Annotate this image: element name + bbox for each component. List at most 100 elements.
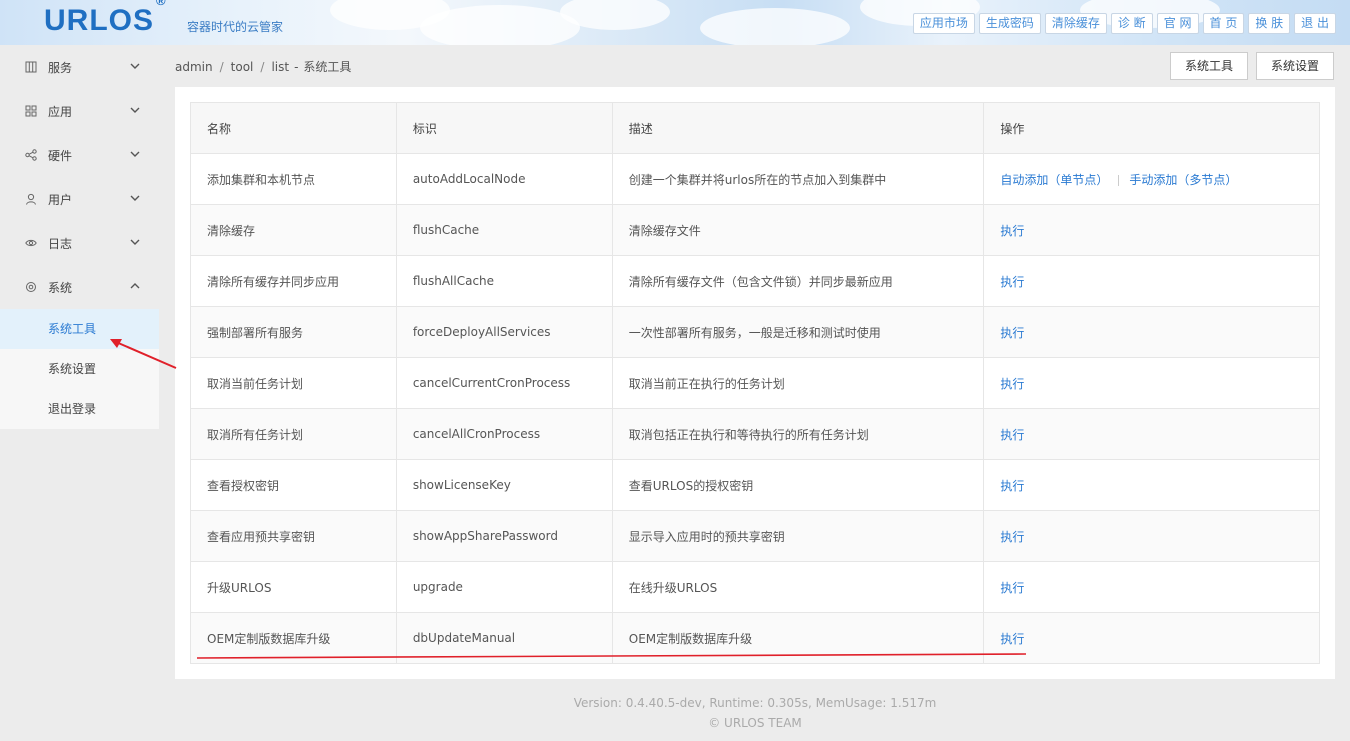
sidebar-subitem-system-settings[interactable]: 系统设置 [0, 349, 159, 389]
cell-id: upgrade [395, 561, 613, 613]
cell-actions: 执行 [983, 510, 1320, 562]
cell-description: 取消当前正在执行的任务计划 [611, 357, 985, 409]
tools-table: 名称 标识 描述 操作 添加集群和本机节点 autoAddLocalNode 创… [190, 102, 1320, 664]
table-row: 取消所有任务计划 cancelAllCronProcess 取消包括正在执行和等… [190, 408, 1320, 460]
header-cloud [420, 5, 580, 45]
cell-id: dbUpdateManual [395, 612, 613, 664]
top-buttons: 系统工具 系统设置 [1169, 52, 1334, 80]
cell-name: 强制部署所有服务 [190, 306, 397, 358]
nav-clear-cache[interactable]: 清除缓存 [1044, 13, 1107, 34]
cell-actions: 执行 [983, 408, 1320, 460]
execute-link[interactable]: 执行 [1000, 428, 1024, 442]
sidebar-item-label: 服务 [48, 60, 73, 75]
user-icon [24, 192, 38, 206]
system-tools-button[interactable]: 系统工具 [1169, 52, 1248, 80]
cell-actions: 执行 [983, 459, 1320, 511]
column-header-id: 标识 [395, 102, 613, 154]
nav-app-market[interactable]: 应用市场 [912, 13, 975, 34]
cell-name: 查看应用预共享密钥 [190, 510, 397, 562]
execute-link[interactable]: 执行 [1000, 326, 1024, 340]
cell-actions: 执行 [983, 612, 1320, 664]
sidebar-item-service[interactable]: 服务 [0, 45, 159, 89]
footer-copyright: © URLOS TEAM [708, 716, 802, 730]
manual-add-multi-node-link[interactable]: 手动添加（多节点） [1129, 173, 1237, 187]
table-row: 查看应用预共享密钥 showAppSharePassword 显示导入应用时的预… [190, 510, 1320, 562]
cell-description: 一次性部署所有服务，一般是迁移和测试时使用 [611, 306, 985, 358]
breadcrumb: admin / tool / list - 系统工具 [175, 58, 351, 75]
sidebar-item-label: 用户 [48, 192, 73, 207]
logo-text: URLOS [44, 4, 154, 37]
cell-actions: 执行 [983, 357, 1320, 409]
service-icon [24, 60, 38, 74]
gear-icon [24, 280, 38, 294]
cell-actions: 自动添加（单节点） 手动添加（多节点） [983, 153, 1320, 205]
cell-id: showAppSharePassword [395, 510, 613, 562]
cell-description: 取消包括正在执行和等待执行的所有任务计划 [611, 408, 985, 460]
chevron-down-icon [129, 148, 141, 160]
cell-name: OEM定制版数据库升级 [190, 612, 397, 664]
cell-name: 升级URLOS [190, 561, 397, 613]
sidebar-item-hardware[interactable]: 硬件 [0, 133, 159, 177]
execute-link[interactable]: 执行 [1000, 377, 1024, 391]
execute-link[interactable]: 执行 [1000, 224, 1024, 238]
sidebar-subitem-system-tools[interactable]: 系统工具 [0, 309, 159, 349]
cell-description: 查看URLOS的授权密钥 [611, 459, 985, 511]
nav-diagnose[interactable]: 诊 断 [1110, 13, 1153, 34]
table-row: 清除缓存 flushCache 清除缓存文件 执行 [190, 204, 1320, 256]
cell-id: autoAddLocalNode [395, 153, 613, 205]
execute-link[interactable]: 执行 [1000, 530, 1024, 544]
column-header-description: 描述 [611, 102, 985, 154]
breadcrumb-list[interactable]: list [271, 60, 289, 74]
table-row: 取消当前任务计划 cancelCurrentCronProcess 取消当前正在… [190, 357, 1320, 409]
breadcrumb-tool[interactable]: tool [231, 60, 254, 74]
nav-logout[interactable]: 退 出 [1294, 13, 1336, 34]
system-settings-button[interactable]: 系统设置 [1255, 52, 1334, 80]
column-header-name: 名称 [190, 102, 397, 154]
cell-actions: 执行 [983, 204, 1320, 256]
execute-link[interactable]: 执行 [1000, 581, 1024, 595]
nav-generate-password[interactable]: 生成密码 [978, 13, 1041, 34]
cell-actions: 执行 [983, 306, 1320, 358]
chevron-down-icon [129, 104, 141, 116]
cell-id: flushAllCache [395, 255, 613, 307]
footer-version: Version: 0.4.40.5-dev, Runtime: 0.305s, … [573, 696, 937, 710]
cell-actions: 执行 [983, 561, 1320, 613]
cell-name: 取消所有任务计划 [190, 408, 397, 460]
action-divider [1118, 174, 1120, 186]
breadcrumb-dash: - [294, 60, 299, 74]
table-row: 升级URLOS upgrade 在线升级URLOS 执行 [190, 561, 1320, 613]
table-row: 查看授权密钥 showLicenseKey 查看URLOS的授权密钥 执行 [190, 459, 1320, 511]
table-row: 清除所有缓存并同步应用 flushAllCache 清除所有缓存文件（包含文件锁… [190, 255, 1320, 307]
breadcrumb-admin[interactable]: admin [175, 60, 213, 74]
breadcrumb-separator: / [219, 60, 224, 74]
sidebar-item-user[interactable]: 用户 [0, 177, 159, 221]
sidebar-item-label: 系统 [48, 280, 73, 295]
sidebar-item-app[interactable]: 应用 [0, 89, 159, 133]
nav-official-site[interactable]: 官 网 [1156, 13, 1199, 34]
sidebar: 服务 应用 硬件 用户 日志 系统 系统工具 系统设置 退出登录 [0, 45, 159, 741]
main-panel: 名称 标识 描述 操作 添加集群和本机节点 autoAddLocalNode 创… [175, 87, 1335, 679]
nav-home[interactable]: 首 页 [1202, 13, 1245, 34]
auto-add-single-node-link[interactable]: 自动添加（单节点） [1000, 173, 1108, 187]
execute-link[interactable]: 执行 [1000, 632, 1024, 646]
system-submenu: 系统工具 系统设置 退出登录 [0, 309, 159, 429]
sidebar-item-label: 应用 [48, 104, 73, 119]
eye-icon [24, 236, 38, 250]
cell-description: OEM定制版数据库升级 [611, 612, 985, 664]
cell-id: showLicenseKey [395, 459, 613, 511]
top-header: URLOS® 容器时代的云管家 应用市场 生成密码 清除缓存 诊 断 官 网 首… [0, 0, 1350, 45]
slogan: 容器时代的云管家 [187, 20, 284, 34]
execute-link[interactable]: 执行 [1000, 479, 1024, 493]
cell-id: forceDeployAllServices [395, 306, 613, 358]
sidebar-item-log[interactable]: 日志 [0, 221, 159, 265]
execute-link[interactable]: 执行 [1000, 275, 1024, 289]
grid-icon [24, 104, 38, 118]
cell-description: 创建一个集群并将urlos所在的节点加入到集群中 [611, 153, 985, 205]
urlos-logo[interactable]: URLOS® [44, 0, 167, 38]
cell-id: flushCache [395, 204, 613, 256]
table-row: OEM定制版数据库升级 dbUpdateManual OEM定制版数据库升级 执… [190, 612, 1320, 664]
sidebar-item-system[interactable]: 系统 [0, 265, 159, 309]
sidebar-subitem-logout[interactable]: 退出登录 [0, 389, 159, 429]
nav-change-skin[interactable]: 换 肤 [1248, 13, 1291, 34]
chevron-down-icon [129, 236, 141, 248]
